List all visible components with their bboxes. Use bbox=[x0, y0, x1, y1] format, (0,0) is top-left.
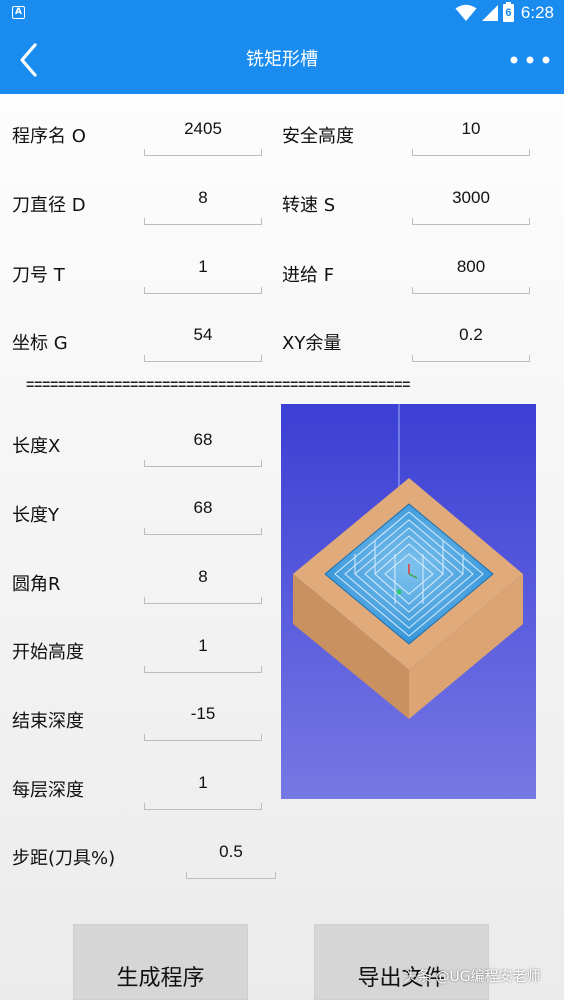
page-title: 铣矩形槽 bbox=[246, 49, 318, 70]
feed-input[interactable]: 800 bbox=[412, 254, 530, 294]
status-bar: A 6 6:28 bbox=[0, 0, 564, 26]
length-y-label: 长度Y bbox=[12, 505, 59, 526]
tool-number-input[interactable]: 1 bbox=[144, 254, 262, 294]
program-name-input[interactable]: 2405 bbox=[144, 116, 262, 156]
more-dots-icon bbox=[510, 56, 550, 64]
end-depth-input[interactable]: -15 bbox=[144, 701, 262, 741]
tool-diameter-input[interactable]: 8 bbox=[144, 185, 262, 225]
spindle-speed-input[interactable]: 3000 bbox=[412, 185, 530, 225]
safe-height-input[interactable]: 10 bbox=[412, 116, 530, 156]
end-depth-value: -15 bbox=[190, 704, 216, 723]
tool-number-value: 1 bbox=[198, 257, 208, 276]
feed-value: 800 bbox=[456, 257, 486, 276]
length-x-label: 长度X bbox=[12, 436, 61, 457]
tool-diameter-label: 刀直径 D bbox=[12, 195, 86, 216]
status-icons: 6 6:28 bbox=[455, 2, 554, 23]
end-depth-label: 结束深度 bbox=[12, 711, 84, 732]
length-x-value: 68 bbox=[193, 430, 213, 449]
xy-allowance-label: XY余量 bbox=[282, 333, 342, 354]
section-divider: ========================================… bbox=[26, 378, 411, 394]
generate-program-label: 生成程序 bbox=[116, 966, 205, 991]
program-name-value: 2405 bbox=[184, 119, 222, 138]
length-x-input[interactable]: 68 bbox=[144, 427, 262, 467]
feed-label: 进给 F bbox=[282, 265, 335, 286]
battery-level: 6 bbox=[505, 7, 512, 19]
signal-icon bbox=[481, 5, 498, 21]
toolpath-preview bbox=[281, 404, 536, 799]
wifi-icon bbox=[455, 4, 477, 21]
coordinate-value: 54 bbox=[193, 325, 213, 344]
step-depth-value: 1 bbox=[198, 773, 208, 792]
back-button[interactable] bbox=[10, 40, 50, 80]
step-over-input[interactable]: 0.5 bbox=[186, 839, 276, 879]
start-height-value: 1 bbox=[198, 636, 208, 655]
coordinate-input[interactable]: 54 bbox=[144, 322, 262, 362]
more-menu-button[interactable] bbox=[508, 46, 552, 74]
xy-allowance-value: 0.2 bbox=[459, 325, 483, 344]
length-y-input[interactable]: 68 bbox=[144, 495, 262, 535]
coordinate-label: 坐标 G bbox=[12, 333, 68, 354]
xy-allowance-input[interactable]: 0.2 bbox=[412, 322, 530, 362]
step-depth-input[interactable]: 1 bbox=[144, 770, 262, 810]
program-name-label: 程序名 O bbox=[12, 126, 86, 147]
corner-radius-value: 8 bbox=[198, 567, 208, 586]
step-over-label: 步距(刀具%) bbox=[12, 848, 116, 869]
spindle-speed-value: 3000 bbox=[452, 188, 490, 207]
corner-radius-input[interactable]: 8 bbox=[144, 564, 262, 604]
start-height-input[interactable]: 1 bbox=[144, 633, 262, 673]
export-file-button[interactable]: 导出文件 bbox=[314, 924, 489, 1000]
length-y-value: 68 bbox=[193, 498, 213, 517]
battery-icon: 6 bbox=[502, 2, 514, 22]
step-depth-label: 每层深度 bbox=[12, 780, 84, 801]
spindle-speed-label: 转速 S bbox=[282, 195, 336, 216]
app-notification-icon: A bbox=[12, 6, 25, 19]
corner-radius-label: 圆角R bbox=[12, 574, 61, 595]
app-bar: 铣矩形槽 bbox=[0, 26, 564, 94]
clock: 6:28 bbox=[520, 3, 554, 22]
step-over-value: 0.5 bbox=[219, 842, 243, 861]
tool-diameter-value: 8 bbox=[198, 188, 208, 207]
generate-program-button[interactable]: 生成程序 bbox=[73, 924, 248, 1000]
start-height-label: 开始高度 bbox=[12, 642, 84, 663]
back-arrow-icon bbox=[20, 43, 37, 77]
safe-height-label: 安全高度 bbox=[282, 126, 354, 147]
watermark: 头条 @UG编程安老师 bbox=[403, 969, 541, 985]
safe-height-value: 10 bbox=[461, 119, 481, 138]
tool-number-label: 刀号 T bbox=[12, 265, 65, 286]
